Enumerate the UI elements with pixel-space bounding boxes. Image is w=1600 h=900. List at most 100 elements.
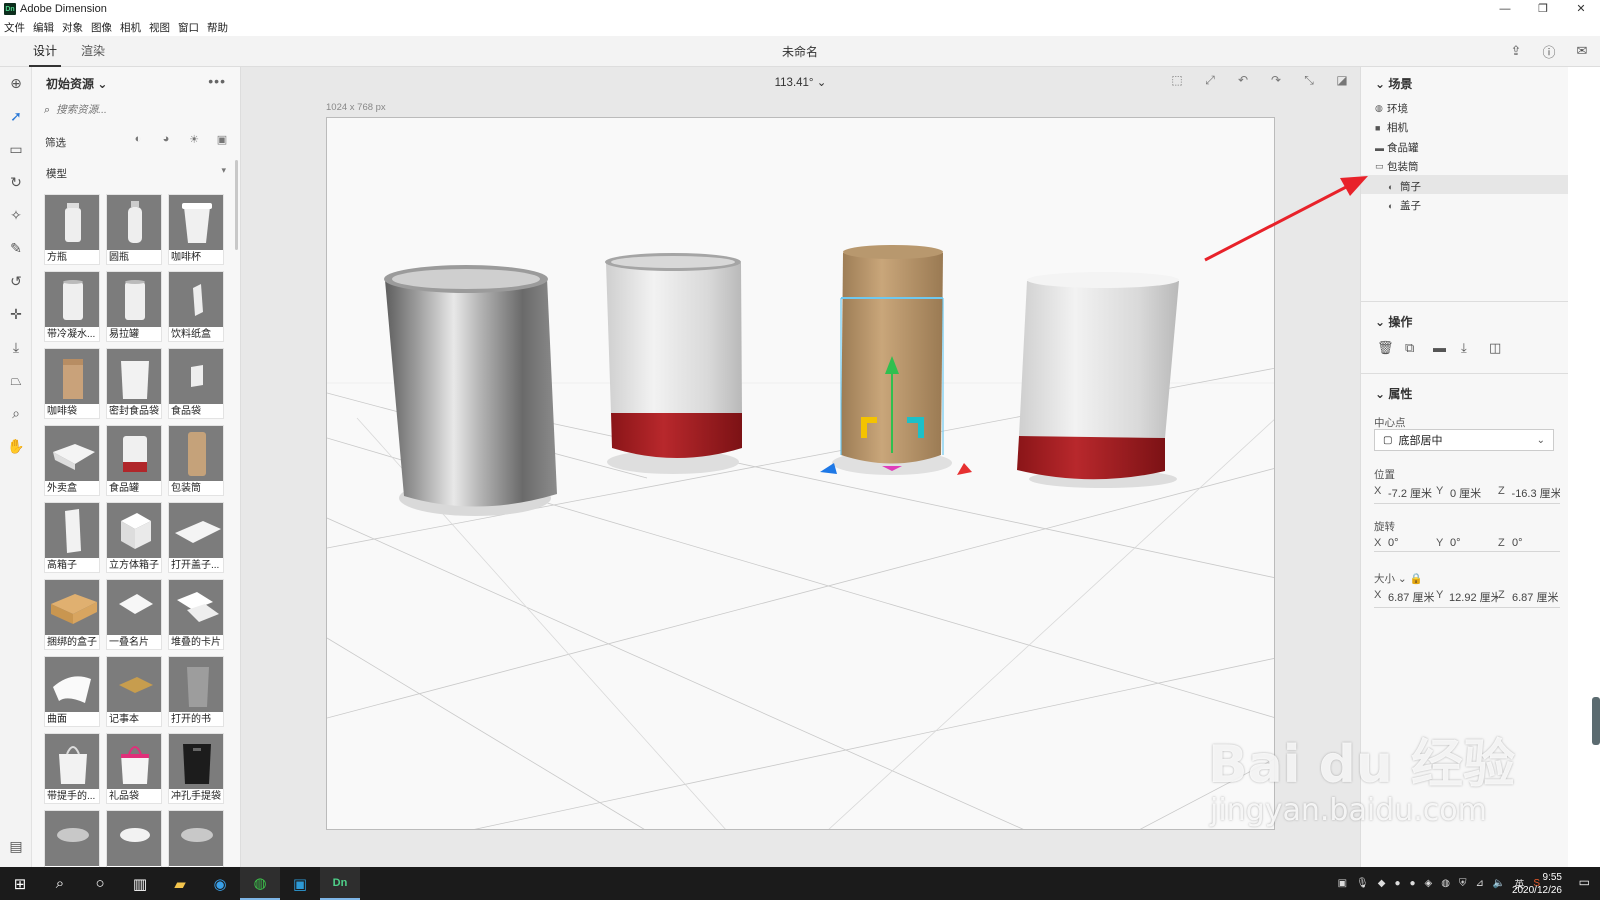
clock[interactable]: 9:55 2020/12/26 — [1512, 871, 1562, 897]
asset-card[interactable]: 包装筒 — [168, 425, 224, 496]
menu-image[interactable]: 图像 — [91, 20, 112, 35]
size-z-field[interactable]: Z 6.87 厘米 — [1498, 589, 1560, 608]
filter-image-icon[interactable]: ▣ — [208, 133, 236, 146]
asset-card[interactable]: 堆叠的卡片 — [168, 579, 224, 650]
tree-item-packaging-tube[interactable]: ▭ 包装筒 — [1375, 159, 1419, 174]
render-preview-icon[interactable]: ◪ — [1332, 73, 1352, 91]
network-icon[interactable]: ⊿ — [1475, 878, 1483, 889]
menu-file[interactable]: 文件 — [4, 20, 25, 35]
size-y-field[interactable]: Y 12.92 厘米 — [1436, 589, 1498, 608]
collapse-caret-icon[interactable]: ▾ — [221, 165, 226, 176]
undo-camera-icon[interactable]: ↶ — [1233, 73, 1253, 91]
asset-card[interactable]: 咖啡袋 — [44, 348, 100, 419]
position-z-field[interactable]: Z -16.3 厘米 — [1498, 485, 1560, 504]
wand-icon[interactable]: ✧ — [0, 199, 32, 232]
filter-model-icon[interactable]: ◐ — [124, 133, 152, 146]
asset-card[interactable]: 一叠名片 — [106, 579, 162, 650]
volume-icon[interactable]: 🔈 — [1493, 878, 1505, 889]
filter-light-icon[interactable]: ☀ — [180, 133, 208, 146]
tray-icon[interactable]: ▣ — [1338, 878, 1347, 889]
help-icon[interactable]: ⓘ — [1539, 41, 1559, 61]
search-input[interactable] — [56, 104, 217, 116]
edge-icon[interactable]: ◉ — [200, 867, 240, 900]
explorer-icon[interactable]: ▰ — [160, 867, 200, 900]
windows-icon[interactable]: ⊞ — [0, 867, 40, 900]
position-x-field[interactable]: X -7.2 厘米 — [1374, 485, 1436, 504]
add-icon[interactable]: ⊕ — [0, 67, 32, 100]
bookmark-camera-icon[interactable]: ⤡ — [1299, 73, 1319, 91]
asset-card[interactable]: 捆绑的盒子 — [44, 579, 100, 650]
section-models[interactable]: 模型 — [46, 166, 67, 181]
size-x-field[interactable]: X 6.87 厘米 — [1374, 589, 1436, 608]
orbit-icon[interactable]: ↻ — [0, 166, 32, 199]
drop-to-ground-icon[interactable]: ⤓ — [1461, 340, 1489, 356]
asset-card[interactable] — [168, 810, 224, 867]
tab-design[interactable]: 设计 — [28, 42, 62, 67]
menu-view[interactable]: 视图 — [149, 20, 170, 35]
asset-card[interactable]: 打开盖子... — [168, 502, 224, 573]
position-y-field[interactable]: Y0 厘米 — [1436, 485, 1498, 504]
asset-card[interactable]: 食品罐 — [106, 425, 162, 496]
redo-camera-icon[interactable]: ↷ — [1266, 73, 1286, 91]
asset-card[interactable]: 圆瓶 — [106, 194, 162, 265]
tray-app-icon[interactable]: ● — [1410, 878, 1416, 889]
asset-card[interactable]: 密封食品袋 — [106, 348, 162, 419]
app-icon[interactable]: ▣ — [280, 867, 320, 900]
menu-help[interactable]: 帮助 — [207, 20, 228, 35]
mic-icon[interactable]: 🎙 — [1356, 878, 1369, 889]
actions-section-header[interactable]: ⌄ 操作 — [1375, 313, 1412, 330]
scrollbar-handle[interactable] — [1592, 697, 1600, 745]
tray-app-icon[interactable]: ● — [1394, 878, 1400, 889]
menu-edit[interactable]: 编辑 — [33, 20, 54, 35]
tab-render[interactable]: 渲染 — [81, 42, 105, 59]
group-icon[interactable]: ▬ — [1433, 340, 1461, 356]
shield-icon[interactable]: ⛨ — [1459, 878, 1467, 889]
delete-icon[interactable]: 🗑 — [1377, 340, 1405, 356]
properties-section-header[interactable]: ⌄ 属性 — [1375, 385, 1412, 402]
tray-app-icon[interactable]: ◈ — [1425, 878, 1433, 889]
hand-icon[interactable]: ✋ — [0, 430, 32, 463]
size-label[interactable]: 大小 ⌄ 🔒 — [1374, 571, 1423, 586]
assets-scrollbar[interactable] — [235, 160, 238, 250]
drop-icon[interactable]: ⤓ — [0, 331, 32, 364]
asset-card[interactable]: 立方体箱子 — [106, 502, 162, 573]
perspective-icon[interactable]: ⏢ — [0, 364, 32, 397]
asset-card[interactable]: 食品袋 — [168, 348, 224, 419]
asset-card[interactable] — [106, 810, 162, 867]
taskview-icon[interactable]: ▥ — [120, 867, 160, 900]
search-icon[interactable]: ⌕ — [40, 867, 80, 900]
tree-item-food-jar[interactable]: ▬ 食品罐 — [1375, 140, 1419, 155]
minimize-button[interactable]: — — [1486, 0, 1524, 18]
pivot-select[interactable]: ▢ 底部居中 ⌄ — [1374, 429, 1554, 451]
move-icon[interactable]: ✛ — [0, 298, 32, 331]
frame-icon[interactable]: ⬚ — [1167, 73, 1187, 91]
asset-card[interactable]: 记事本 — [106, 656, 162, 727]
rotation-x-field[interactable]: X 0° — [1374, 537, 1436, 552]
cortana-icon[interactable]: ○ — [80, 867, 120, 900]
menu-camera[interactable]: 相机 — [120, 20, 141, 35]
tree-item-lid[interactable]: ◐ 盖子 — [1388, 198, 1421, 213]
asset-card[interactable]: 打开的书 — [168, 656, 224, 727]
tree-item-tube-body[interactable]: ◐ 筒子 — [1388, 179, 1421, 194]
more-options-icon[interactable]: ••• — [208, 73, 226, 89]
asset-card[interactable]: 外卖盒 — [44, 425, 100, 496]
asset-card[interactable]: 带冷凝水... — [44, 271, 100, 342]
assets-header[interactable]: 初始资源 ⌄ — [46, 75, 107, 92]
asset-card[interactable]: 曲面 — [44, 656, 100, 727]
asset-card[interactable] — [44, 810, 100, 867]
tree-item-camera[interactable]: ■ 相机 — [1375, 120, 1408, 135]
lasso-icon[interactable]: ↺ — [0, 265, 32, 298]
select-icon[interactable]: ➚ — [0, 100, 32, 133]
menu-object[interactable]: 对象 — [62, 20, 83, 35]
asset-card[interactable]: 咖啡杯 — [168, 194, 224, 265]
scene-section-header[interactable]: ⌄ 场景 — [1375, 75, 1412, 92]
asset-card[interactable]: 礼品袋 — [106, 733, 162, 804]
dimension-icon[interactable]: Dn — [320, 867, 360, 900]
tree-item-environment[interactable]: ◍ 环境 — [1375, 101, 1408, 116]
lock-icon[interactable]: 🔒 — [1410, 573, 1423, 585]
wechat-tray-icon[interactable]: ◍ — [1441, 878, 1450, 889]
scene-canvas[interactable] — [326, 117, 1275, 830]
rotation-z-field[interactable]: Z 0° — [1498, 537, 1560, 552]
menu-window[interactable]: 窗口 — [178, 20, 199, 35]
notification-icon[interactable]: ▭ — [1579, 875, 1590, 889]
